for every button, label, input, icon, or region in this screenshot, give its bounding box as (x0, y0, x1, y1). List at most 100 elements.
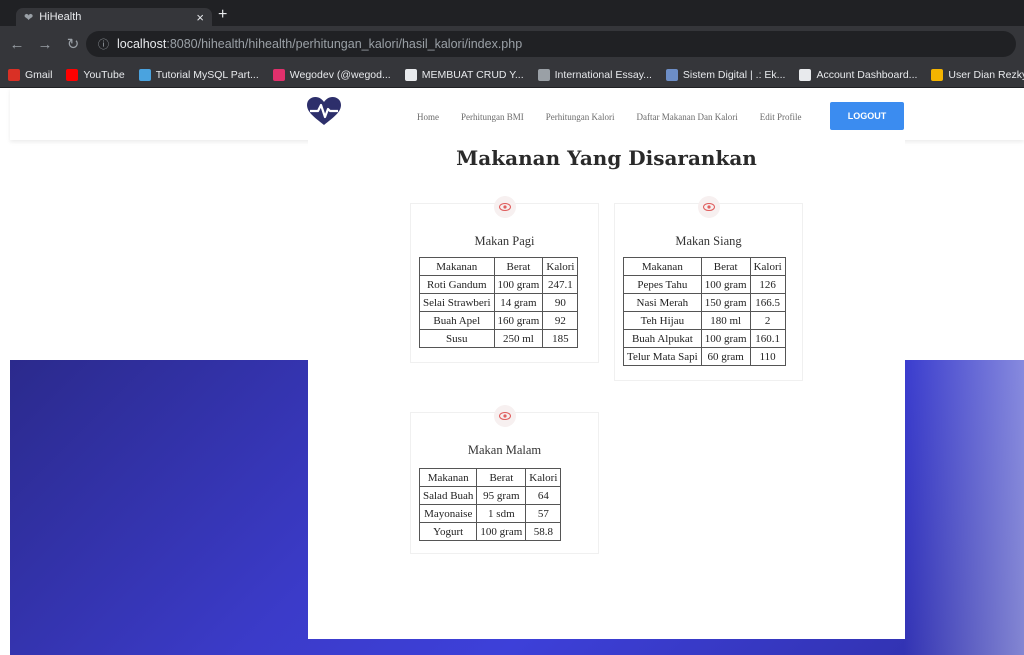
table-row: Salad Buah 95 gram 64 (418, 486, 562, 505)
table-row: Yogurt 100 gram 58.8 (418, 522, 562, 541)
bookmark-favicon-icon (799, 68, 812, 81)
table-row: Teh Hijau 180 ml 2 (623, 311, 786, 330)
bookmark-favicon-icon (138, 68, 151, 81)
cell: 160 gram (493, 311, 544, 330)
bookmark-label: Gmail (25, 68, 53, 81)
cell: 150 gram (700, 293, 751, 312)
bookmark-favicon-icon (404, 68, 417, 81)
bookmark-item[interactable]: YouTube (66, 68, 125, 81)
site-navbar: Home Perhitungan BMI Perhitungan Kalori … (10, 88, 1024, 140)
bookmark-item[interactable]: User Dian Rezky W... (931, 68, 1024, 81)
cell: 100 gram (476, 522, 527, 541)
meal-card-pagi: Makan Pagi Makanan Berat Kalori Roti Gan… (410, 196, 599, 363)
cell: 247.1 (542, 275, 579, 294)
reload-icon[interactable]: ↻ (62, 35, 84, 53)
cell: 126 (749, 275, 786, 294)
meal-card-malam: Makan Malam Makanan Berat Kalori Salad B… (410, 405, 599, 554)
table-row: Mayonaise 1 sdm 57 (418, 504, 562, 523)
cell: Selai Strawberi (419, 293, 495, 312)
col-header: Berat (493, 257, 544, 276)
bookmark-item[interactable]: Sistem Digital | .: Ek... (665, 68, 785, 81)
table-row: Buah Apel 160 gram 92 (419, 311, 579, 330)
cell: Roti Gandum (419, 275, 495, 294)
meal-title: Makan Malam (467, 443, 542, 457)
page-title: Makanan Yang Disarankan (456, 146, 757, 170)
cell: 180 ml (700, 311, 751, 330)
bookmarks-bar: Gmail YouTube Tutorial MySQL Part... Wegode… (0, 62, 1024, 88)
cell: 57 (525, 504, 562, 523)
bookmark-item[interactable]: Wegodev (@wegod... (272, 68, 391, 81)
new-tab-button[interactable]: + (218, 6, 227, 24)
cell: 160.1 (749, 329, 786, 348)
address-bar[interactable]: ⓘ localhost :8080/hihealth/hihealth/perh… (86, 31, 1016, 57)
cell: Nasi Merah (623, 293, 702, 312)
bookmark-item[interactable]: International Essay... (537, 68, 652, 81)
nav-perhitungan-bmi[interactable]: Perhitungan BMI (461, 112, 524, 122)
bookmark-label: Account Dashboard... (816, 68, 918, 81)
meal-title: Makan Pagi (474, 234, 535, 248)
bookmark-label: Wegodev (@wegod... (289, 68, 391, 81)
table-header-row: Makanan Berat Kalori (419, 257, 579, 276)
meal-title: Makan Siang (675, 234, 742, 248)
bookmark-favicon-icon (66, 68, 79, 81)
cell: 166.5 (749, 293, 786, 312)
heart-pulse-logo-icon[interactable] (306, 96, 342, 126)
bookmark-label: International Essay... (554, 68, 652, 81)
bookmark-favicon-icon (537, 68, 550, 81)
table-row: Selai Strawberi 14 gram 90 (419, 293, 579, 312)
nav-links: Home Perhitungan BMI Perhitungan Kalori … (417, 112, 823, 122)
table-row: Nasi Merah 150 gram 166.5 (623, 293, 786, 312)
bookmark-item[interactable]: Account Dashboard... (799, 68, 918, 81)
heartbeat-icon: ❤ (24, 11, 34, 24)
cell: 100 gram (493, 275, 544, 294)
web-page: Home Perhitungan BMI Perhitungan Kalori … (0, 88, 1024, 655)
cell: Pepes Tahu (623, 275, 702, 294)
bookmark-item[interactable]: Tutorial MySQL Part... (138, 68, 259, 81)
table-row: Buah Alpukat 100 gram 160.1 (623, 329, 786, 348)
table-row: Pepes Tahu 100 gram 126 (623, 275, 786, 294)
bookmark-item[interactable]: MEMBUAT CRUD Y... (404, 68, 524, 81)
cell: 92 (542, 311, 579, 330)
logout-button[interactable]: LOGOUT (830, 102, 904, 130)
nav-daftar-makanan[interactable]: Daftar Makanan Dan Kalori (637, 112, 738, 122)
meal-table: Makanan Berat Kalori Pepes Tahu 100 gram 1… (623, 257, 786, 366)
close-tab-icon[interactable]: × (196, 10, 204, 25)
nav-edit-profile[interactable]: Edit Profile (760, 112, 802, 122)
nav-home[interactable]: Home (417, 112, 439, 122)
nav-perhitungan-kalori[interactable]: Perhitungan Kalori (546, 112, 615, 122)
col-header: Makanan (623, 257, 702, 276)
url-host: localhost (117, 37, 167, 51)
cell: 64 (525, 486, 562, 505)
cell: 110 (749, 347, 786, 366)
back-icon[interactable]: ← (6, 36, 28, 53)
info-icon[interactable]: ⓘ (98, 36, 109, 52)
col-header: Kalori (542, 257, 579, 276)
bookmark-label: User Dian Rezky W... (948, 68, 1024, 81)
col-header: Makanan (418, 468, 478, 487)
bookmark-favicon-icon (8, 68, 20, 81)
cell: 1 sdm (476, 504, 527, 523)
table-row: Telur Mata Sapi 60 gram 110 (623, 347, 786, 366)
cell: Mayonaise (418, 504, 478, 523)
bookmark-favicon-icon (272, 68, 285, 81)
url-path: :8080/hihealth/hihealth/perhitungan_kalo… (166, 37, 523, 51)
tab-title: HiHealth (39, 11, 82, 23)
col-header: Berat (700, 257, 751, 276)
cell: 250 ml (493, 329, 544, 348)
browser-tab[interactable]: ❤ HiHealth × (16, 8, 212, 26)
cell: Telur Mata Sapi (623, 347, 702, 366)
bookmark-item[interactable]: Gmail (8, 68, 53, 81)
eye-icon (698, 196, 720, 218)
cell: Yogurt (418, 522, 478, 541)
bookmark-label: MEMBUAT CRUD Y... (421, 68, 524, 81)
bookmark-label: Tutorial MySQL Part... (155, 68, 259, 81)
cell: 60 gram (700, 347, 751, 366)
cell: Buah Alpukat (623, 329, 702, 348)
col-header: Kalori (749, 257, 786, 276)
forward-icon[interactable]: → (34, 36, 56, 53)
col-header: Kalori (525, 468, 562, 487)
cell: Teh Hijau (623, 311, 702, 330)
col-header: Berat (476, 468, 527, 487)
cell: 2 (749, 311, 786, 330)
bookmark-label: YouTube (83, 68, 125, 81)
